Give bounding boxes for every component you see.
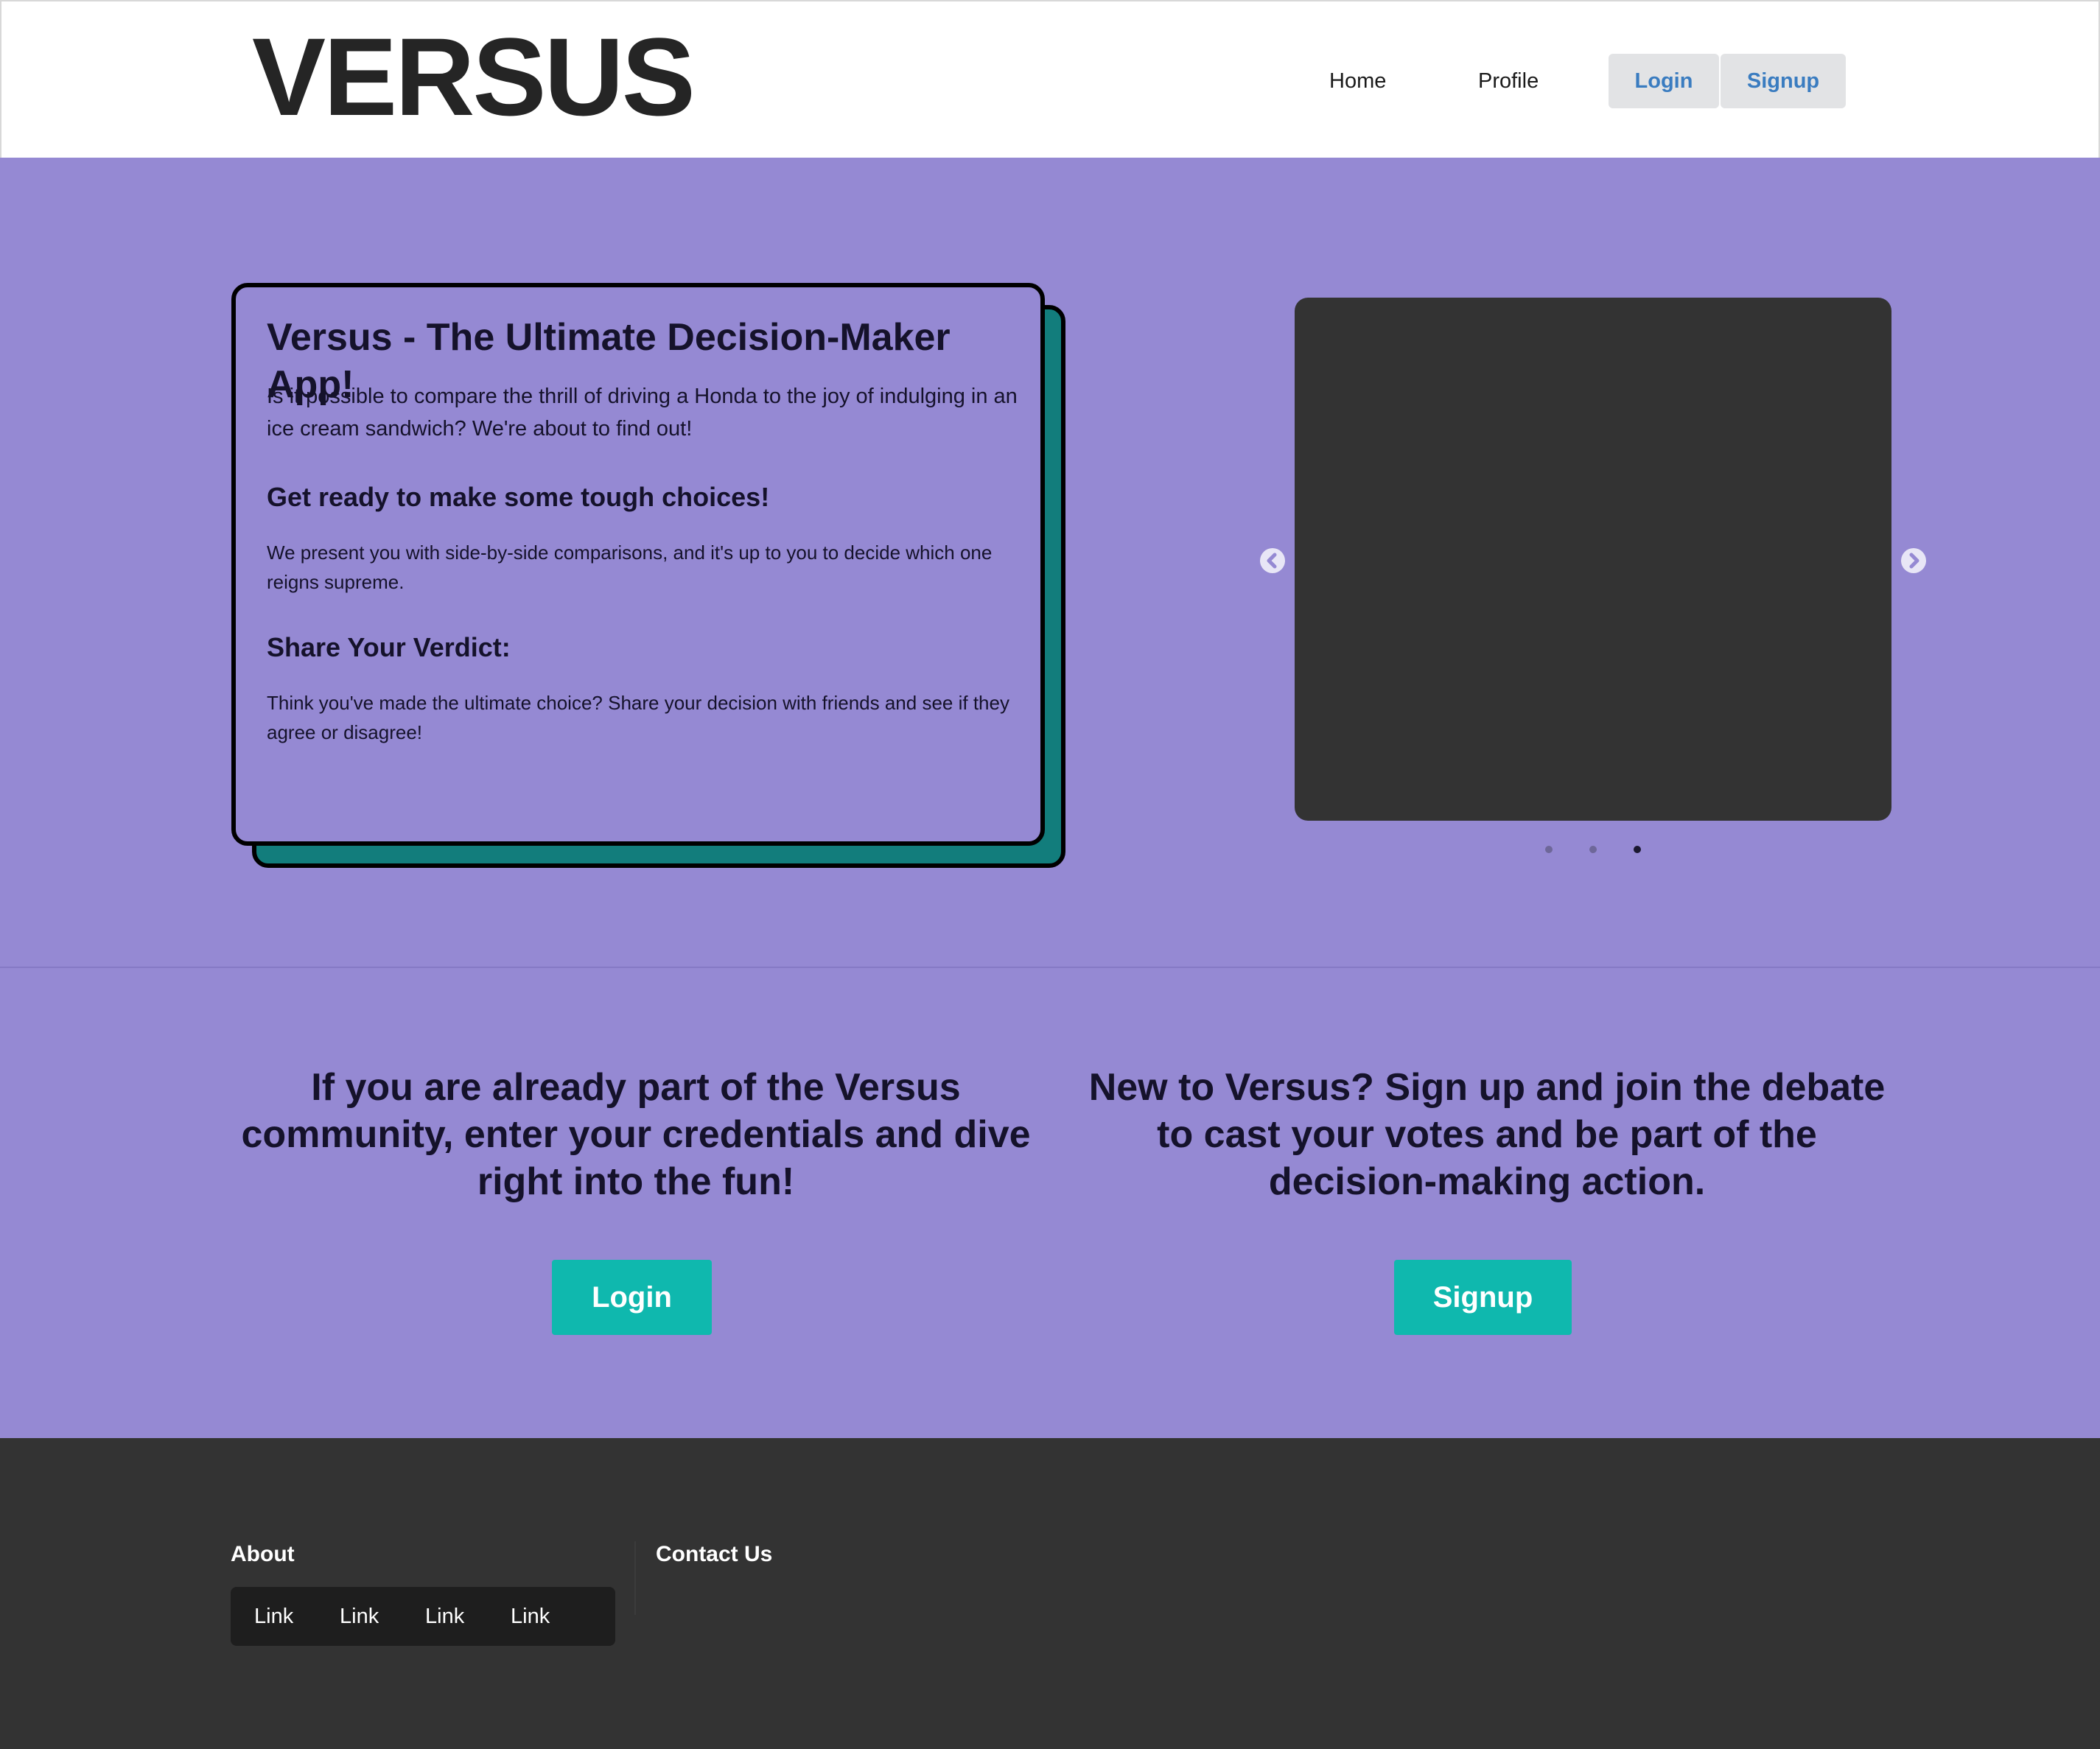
carousel-prev-glyph (1267, 553, 1277, 569)
intro-card-comparison-text: We present you with side-by-side compari… (267, 541, 993, 593)
nav-link-home[interactable]: Home (1329, 66, 1386, 96)
intro-card-verdict-heading: Share Your Verdict: (267, 632, 511, 662)
chevron-left-circle-icon[interactable] (1260, 548, 1285, 573)
footer-link-2[interactable]: Link (340, 1602, 379, 1631)
carousel-indicator-3-active[interactable] (1634, 846, 1641, 853)
footer-links-bar: Link Link Link Link (231, 1587, 615, 1646)
nav-signup-button[interactable]: Signup (1721, 54, 1846, 108)
signup-button[interactable]: Signup (1394, 1260, 1572, 1335)
signup-prompt-text: New to Versus? Sign up and join the deba… (1088, 1066, 1886, 1203)
carousel-slide[interactable] (1295, 298, 1891, 821)
cta-section: If you are already part of the Versus co… (0, 968, 2100, 1438)
footer-link-4[interactable]: Link (511, 1602, 550, 1631)
carousel-indicator-2[interactable] (1589, 846, 1597, 853)
footer-link-3[interactable]: Link (425, 1602, 464, 1631)
intro-card: Versus - The Ultimate Decision-Maker App… (231, 283, 1045, 846)
intro-card-text: Is it possible to compare the thrill of … (267, 385, 1018, 441)
nav-link-profile[interactable]: Profile (1478, 66, 1539, 96)
intro-card-verdict-text: Think you've made the ultimate choice? S… (267, 692, 1009, 743)
carousel-indicator-1[interactable] (1545, 846, 1553, 853)
login-button[interactable]: Login (552, 1260, 712, 1335)
footer-contact-heading[interactable]: Contact Us (656, 1540, 772, 1569)
intro-card-subheading: Get ready to make some tough choices! (267, 482, 770, 512)
site-footer: About Contact Us Link Link Link Link (0, 1438, 2100, 1749)
footer-link-1[interactable]: Link (254, 1602, 293, 1631)
site-logo[interactable]: VERSUS (252, 18, 696, 136)
footer-divider (634, 1541, 636, 1615)
carousel-next-glyph (1909, 553, 1919, 569)
nav-login-button[interactable]: Login (1609, 54, 1719, 108)
site-header: VERSUS Home Profile Login Signup (0, 0, 2100, 159)
login-prompt-text: If you are already part of the Versus co… (241, 1066, 1031, 1203)
footer-about-heading: About (231, 1542, 295, 1566)
chevron-right-circle-icon[interactable] (1901, 548, 1926, 573)
